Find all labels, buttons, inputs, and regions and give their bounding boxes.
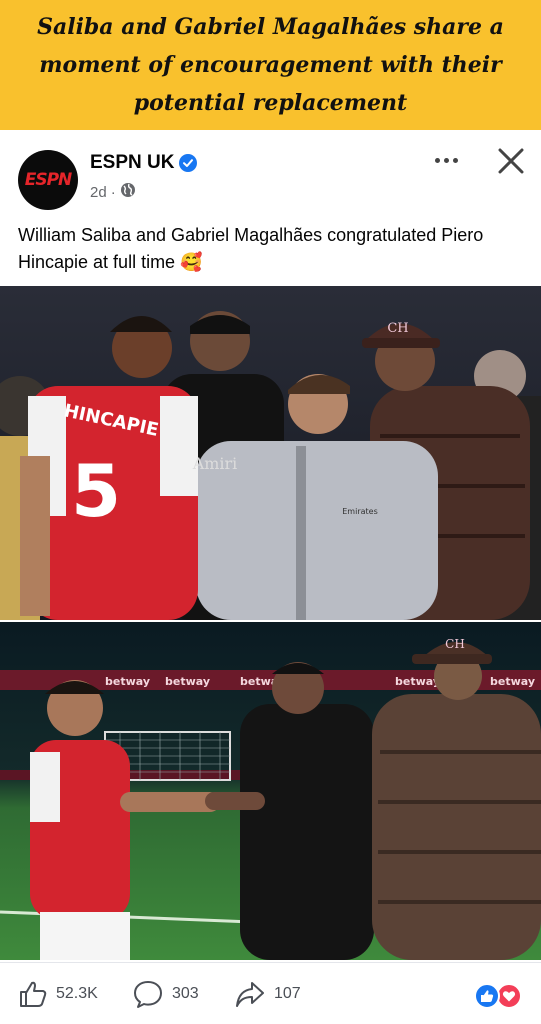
post-meta: 2d · bbox=[90, 182, 136, 202]
meta-separator: · bbox=[110, 183, 116, 201]
like-button[interactable]: 52.3K bbox=[18, 979, 98, 1009]
ad-board-text: betway bbox=[490, 675, 535, 688]
thumbs-up-icon bbox=[20, 981, 47, 1007]
ad-board-text: betway bbox=[165, 675, 210, 688]
ad-board-text: betway bbox=[105, 675, 150, 688]
dot-icon bbox=[452, 157, 458, 163]
cap-text: CH bbox=[445, 637, 465, 651]
cap-text: CH bbox=[387, 321, 408, 336]
espn-logo: ESPN bbox=[24, 170, 73, 190]
hoodie-text: Amiri bbox=[192, 454, 238, 473]
jersey-number: 5 bbox=[71, 449, 121, 533]
ad-board-text: betway bbox=[395, 675, 440, 688]
reaction-summary[interactable] bbox=[474, 983, 526, 1009]
share-arrow-icon bbox=[236, 982, 264, 1007]
verified-badge-icon bbox=[179, 154, 198, 172]
dot-icon bbox=[434, 157, 440, 163]
comment-count: 303 bbox=[172, 985, 199, 1002]
close-button[interactable] bbox=[494, 144, 528, 178]
comment-button[interactable]: 303 bbox=[132, 979, 199, 1009]
dot-icon bbox=[443, 157, 449, 163]
headline-text: Saliba and Gabriel Magalhães share a mom… bbox=[37, 14, 504, 116]
like-reaction-icon bbox=[474, 983, 500, 1009]
comment-icon bbox=[134, 981, 162, 1008]
share-button[interactable]: 107 bbox=[234, 979, 301, 1009]
like-count: 52.3K bbox=[56, 985, 98, 1002]
page-avatar[interactable]: ESPN bbox=[18, 150, 78, 210]
share-count: 107 bbox=[274, 985, 301, 1002]
globe-icon bbox=[120, 182, 136, 202]
post-photo-top[interactable]: HINCAPIE 5 Amiri Emirates CH bbox=[0, 286, 541, 620]
page-name-row[interactable]: ESPN UK bbox=[90, 152, 198, 174]
post-header: ESPN ESPN UK 2d · bbox=[0, 130, 541, 212]
sponsor-text: Emirates bbox=[342, 507, 378, 516]
post-action-bar: 52.3K 303 107 bbox=[0, 962, 541, 1024]
more-options-button[interactable] bbox=[427, 148, 465, 172]
page-name[interactable]: ESPN UK bbox=[90, 152, 174, 174]
post-photo-bottom[interactable]: betway betway betway betway betway CH bbox=[0, 622, 541, 960]
close-icon bbox=[498, 148, 524, 174]
headline-banner: Saliba and Gabriel Magalhães share a mom… bbox=[0, 0, 541, 130]
post-time[interactable]: 2d bbox=[90, 184, 107, 201]
post-caption: William Saliba and Gabriel Magalhães con… bbox=[18, 225, 484, 272]
